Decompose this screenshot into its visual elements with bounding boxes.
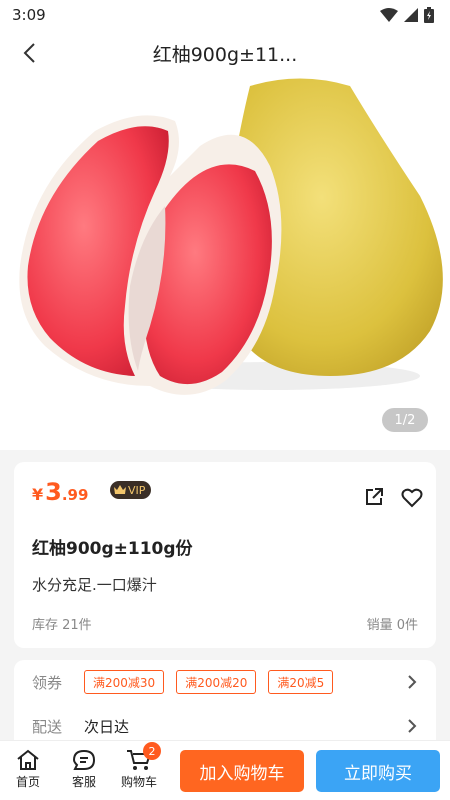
- product-name: 红柚900g±110g份: [32, 539, 193, 559]
- delivery-label: 配送: [32, 717, 63, 736]
- wifi-icon: [380, 8, 398, 22]
- bottom-action-bar: 首页 客服 购物车 2 加入购物车 立即购买: [0, 740, 450, 800]
- product-image-carousel[interactable]: 1/2: [0, 76, 450, 450]
- coupon-list: 满200减30 满200减20 满20减5: [84, 670, 334, 694]
- tab-home[interactable]: 首页: [6, 749, 50, 790]
- delivery-value: 次日达: [84, 717, 130, 736]
- price: ¥ 3 .99: [32, 478, 88, 506]
- tab-home-label: 首页: [15, 775, 40, 789]
- back-arrow-icon: [23, 43, 35, 63]
- chevron-right-icon[interactable]: [402, 716, 422, 736]
- tab-service-label: 客服: [71, 775, 96, 789]
- buy-now-button[interactable]: 立即购买: [316, 750, 440, 792]
- page-title: 红柚900g±11...: [152, 43, 298, 66]
- status-icons: [380, 7, 434, 23]
- status-bar: 3:09: [0, 0, 450, 30]
- product-image: [0, 76, 450, 450]
- chat-icon: [72, 749, 96, 770]
- nav-bar: 红柚900g±11...: [0, 30, 450, 76]
- share-button[interactable]: [364, 487, 384, 507]
- tab-cart[interactable]: 购物车 2: [117, 742, 161, 790]
- heart-icon: [401, 488, 423, 508]
- coupon-tag[interactable]: 满200减20: [176, 670, 257, 694]
- status-time: 3:09: [12, 6, 46, 24]
- battery-icon: [424, 7, 434, 23]
- price-integer: 3: [45, 478, 62, 506]
- tab-cart-label: 购物车: [120, 775, 157, 789]
- share-icon: [366, 488, 383, 505]
- coupon-tag[interactable]: 满200减30: [84, 670, 165, 694]
- product-info-card: ¥ 3 .99 VIP 红柚900g±110g份 水分充足.一口爆汁 库存 21…: [14, 462, 436, 648]
- price-currency: ¥: [32, 485, 44, 504]
- cellular-signal-icon: [404, 8, 418, 22]
- favorite-button[interactable]: [401, 487, 423, 509]
- add-to-cart-button[interactable]: 加入购物车: [180, 750, 304, 792]
- stock-sales-row: 库存 21件 销量 0件: [32, 614, 418, 633]
- crown-icon: [114, 485, 126, 494]
- stock-count: 库存 21件: [32, 618, 92, 633]
- vip-label: VIP: [128, 483, 146, 497]
- coupon-row[interactable]: 领券 满200减30 满200减20 满20减5: [32, 660, 428, 704]
- coupon-tag[interactable]: 满20减5: [268, 670, 334, 694]
- price-decimal: .99: [61, 486, 89, 504]
- sales-count: 销量 0件: [366, 618, 418, 633]
- cart-count-badge: 2: [143, 742, 161, 760]
- home-icon: [17, 749, 39, 770]
- coupon-label: 领券: [32, 673, 63, 692]
- back-button[interactable]: [14, 38, 44, 68]
- product-description: 水分充足.一口爆汁: [32, 576, 157, 594]
- chevron-right-icon[interactable]: [402, 672, 422, 692]
- vip-badge: VIP: [110, 481, 152, 499]
- image-pager: 1/2: [382, 408, 428, 432]
- tab-customer-service[interactable]: 客服: [62, 749, 106, 790]
